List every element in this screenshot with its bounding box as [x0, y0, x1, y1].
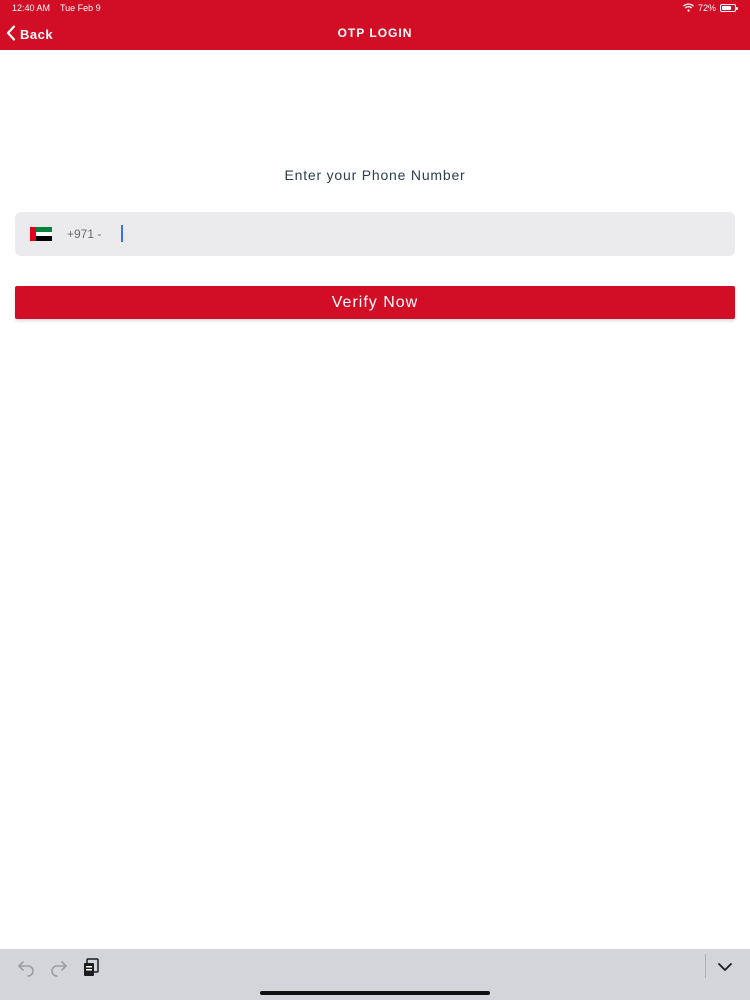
top-bar: 12:40 AM Tue Feb 9 72% Back OTP LOGIN — [0, 0, 750, 50]
wifi-icon — [683, 2, 694, 14]
page-title: OTP LOGIN — [337, 26, 413, 40]
battery-icon — [720, 4, 738, 12]
battery-level — [722, 6, 731, 10]
text-cursor — [121, 225, 123, 242]
dial-code: +971 - — [67, 227, 102, 241]
battery-percent: 72% — [697, 3, 716, 13]
verify-now-button[interactable]: Verify Now — [15, 286, 735, 319]
status-time: 12:40 AM — [12, 3, 51, 13]
status-indicators: 72% — [683, 2, 738, 14]
phone-input-field[interactable]: +971 - — [15, 212, 735, 256]
toolbar-divider — [705, 954, 706, 978]
status-date: Tue Feb 9 — [60, 3, 101, 13]
home-indicator — [260, 991, 490, 995]
phone-prompt: Enter your Phone Number — [284, 167, 466, 183]
dismiss-keyboard-icon[interactable] — [715, 957, 735, 977]
paste-icon[interactable] — [82, 957, 102, 977]
uae-flag-icon[interactable] — [30, 227, 52, 241]
undo-icon[interactable] — [16, 957, 36, 977]
redo-icon[interactable] — [49, 957, 69, 977]
